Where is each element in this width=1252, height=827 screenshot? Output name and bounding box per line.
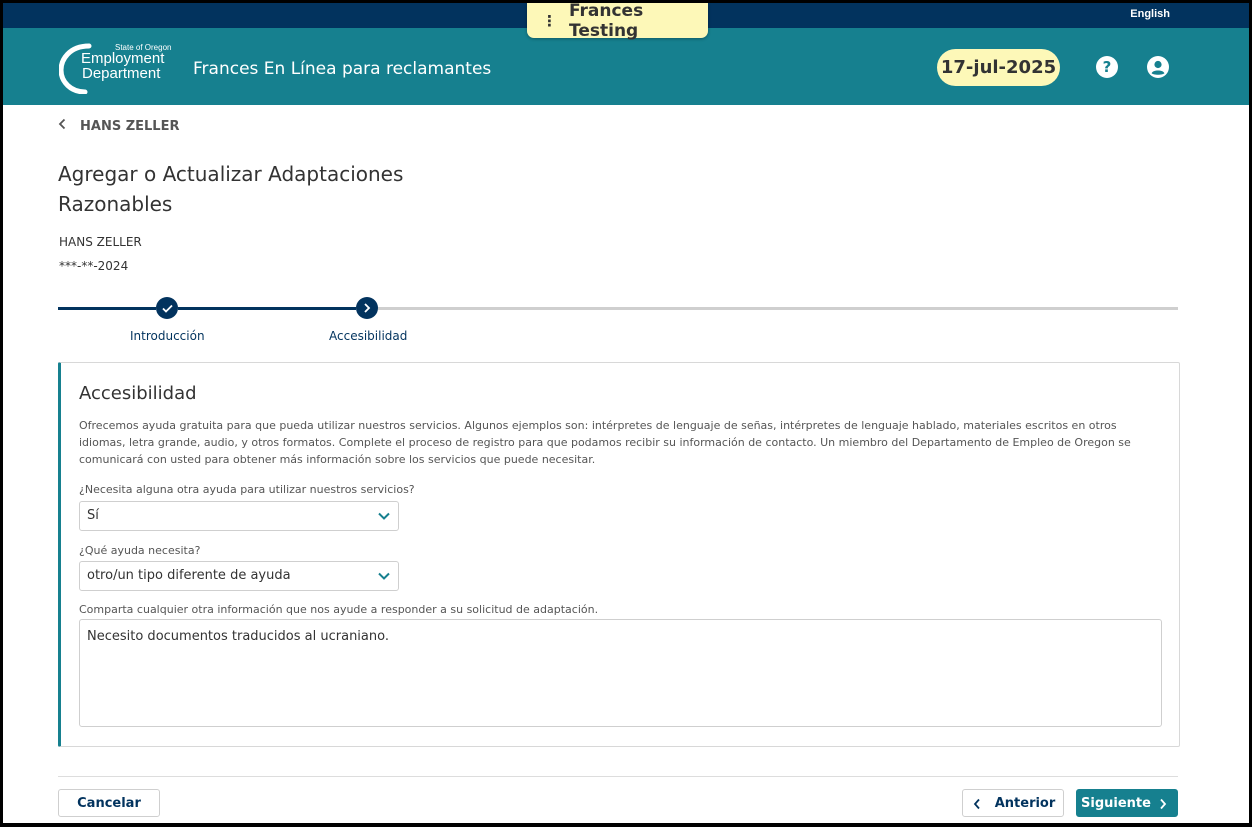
stepper-track-remaining	[378, 307, 1178, 310]
test-environment-banner[interactable]: ⋮ Frances Testing	[527, 3, 708, 41]
step-complete-check-icon	[156, 297, 178, 319]
account-icon[interactable]	[1147, 56, 1169, 78]
chevron-down-icon	[374, 506, 394, 530]
back-link-label: HANS ZELLER	[80, 118, 180, 134]
claimant-ssn: ***-**-2024	[59, 259, 129, 273]
question-help-type-label: ¿Qué ayuda necesita?	[79, 544, 201, 557]
page-title: Agregar o Actualizar Adaptaciones Razona…	[58, 162, 404, 216]
stepper-track-complete	[178, 307, 356, 310]
question-need-help-label: ¿Necesita alguna otra ayuda para utiliza…	[79, 483, 415, 496]
help-icon[interactable]: ?	[1096, 56, 1118, 78]
additional-info-value: Necesito documentos traducidos al ucrani…	[87, 629, 389, 644]
chevron-left-icon	[58, 118, 66, 134]
need-help-select[interactable]: Sí	[79, 501, 399, 531]
chevron-right-icon	[1159, 798, 1167, 814]
claimant-name: HANS ZELLER	[59, 235, 142, 249]
user-avatar-icon	[1151, 60, 1165, 75]
current-date-badge: 17-jul-2025	[937, 49, 1060, 86]
card-title: Accesibilidad	[79, 383, 197, 404]
chevron-left-icon	[973, 798, 981, 814]
footer-divider	[58, 776, 1178, 777]
step-current-chevron-icon	[356, 297, 378, 319]
additional-info-label: Comparta cualquier otra información que …	[79, 603, 599, 616]
card-description: Ofrecemos ayuda gratuita para que pueda …	[79, 419, 1131, 466]
previous-button[interactable]: Anterior	[962, 789, 1064, 817]
help-type-select-value: otro/un tipo diferente de ayuda	[87, 568, 291, 583]
app-window: English State of Oregon Employment Depar…	[3, 3, 1249, 823]
stepper-track-complete	[58, 307, 156, 310]
step-label-accesibilidad: Accesibilidad	[329, 329, 408, 343]
employment-department-logo[interactable]: State of Oregon Employment Department	[59, 40, 179, 94]
previous-button-label: Anterior	[994, 795, 1056, 811]
step-label-introduccion[interactable]: Introducción	[130, 329, 205, 343]
test-environment-label: Frances Testing	[569, 3, 644, 41]
additional-info-textarea[interactable]: Necesito documentos traducidos al ucrani…	[79, 619, 1162, 727]
progress-stepper: Introducción Accesibilidad	[58, 297, 1178, 347]
back-link[interactable]: HANS ZELLER	[58, 118, 179, 134]
logo-line-employment: Employment	[81, 50, 165, 67]
next-button-label: Siguiente	[1081, 795, 1151, 811]
need-help-select-value: Sí	[87, 508, 99, 523]
app-title: Frances En Línea para reclamantes	[193, 59, 492, 79]
help-type-select[interactable]: otro/un tipo diferente de ayuda	[79, 561, 399, 591]
next-button[interactable]: Siguiente	[1076, 789, 1178, 817]
cancel-button[interactable]: Cancelar	[58, 789, 160, 817]
chevron-down-icon	[374, 566, 394, 590]
more-options-icon: ⋮	[542, 11, 557, 30]
language-link[interactable]: English	[1130, 8, 1170, 20]
logo-line-department: Department	[82, 65, 161, 82]
accessibility-card: Accesibilidad Ofrecemos ayuda gratuita p…	[58, 362, 1180, 747]
